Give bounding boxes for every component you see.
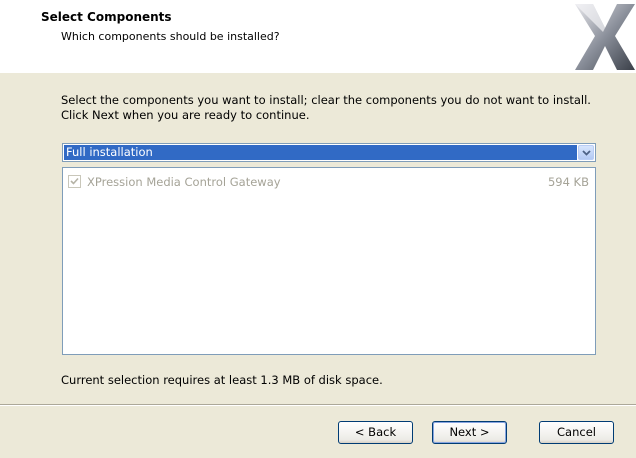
components-list[interactable]: XPression Media Control Gateway 594 KB (62, 167, 596, 355)
chevron-down-icon[interactable] (578, 145, 594, 160)
disk-space-text: Current selection requires at least 1.3 … (61, 373, 383, 387)
installation-type-select[interactable]: Full installation (62, 143, 596, 162)
cancel-button[interactable]: Cancel (539, 421, 614, 444)
footer-divider-highlight (0, 405, 636, 406)
component-size: 594 KB (547, 175, 589, 189)
back-button[interactable]: < Back (338, 421, 413, 444)
page-title: Select Components (41, 10, 172, 24)
installation-type-value: Full installation (64, 145, 577, 160)
page-subtitle: Which components should be installed? (61, 30, 280, 43)
component-name: XPression Media Control Gateway (87, 175, 281, 189)
list-item[interactable]: XPression Media Control Gateway 594 KB (67, 174, 591, 190)
header-separator (0, 72, 636, 73)
x-logo-icon (573, 0, 636, 71)
component-checkbox[interactable] (68, 175, 81, 188)
next-button[interactable]: Next > (432, 421, 507, 444)
instructions-text: Select the components you want to instal… (61, 93, 591, 122)
header-panel: Select Components Which components shoul… (0, 0, 636, 73)
